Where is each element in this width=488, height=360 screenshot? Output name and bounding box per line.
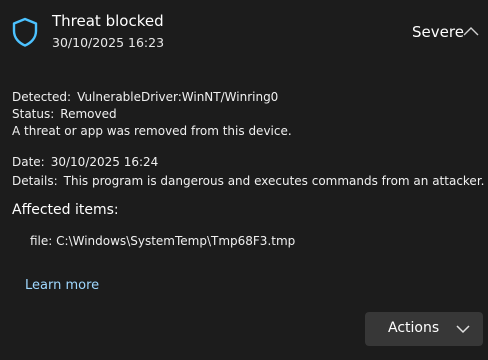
detected-label: Detected: [12, 90, 72, 104]
file-prefix: file: [30, 234, 53, 248]
status-label: Status: [12, 107, 55, 121]
actions-label: Actions [388, 320, 440, 336]
details-value: This program is dangerous and executes c… [63, 174, 485, 188]
detected-row: Detected: VulnerableDriver:WinNT/Winring0 [12, 90, 278, 104]
status-message: A threat or app was removed from this de… [12, 124, 292, 138]
threat-datetime: 30/10/2025 16:23 [52, 35, 165, 50]
threat-header[interactable]: Threat blocked 30/10/2025 16:23 Severe [0, 0, 488, 62]
details-row: Details: This program is dangerous and ex… [12, 174, 484, 188]
detected-value: VulnerableDriver:WinNT/Winring0 [77, 90, 279, 104]
details-label: Details: [12, 174, 58, 188]
date-row: Date: 30/10/2025 16:24 [12, 155, 158, 169]
severity-label: Severe [412, 23, 464, 41]
file-path: C:\Windows\SystemTemp\Tmp68F3.tmp [56, 234, 296, 248]
shield-icon [12, 17, 38, 47]
learn-more-link[interactable]: Learn more [25, 278, 99, 293]
date-label: Date: [12, 155, 45, 169]
status-row: Status: Removed [12, 107, 117, 121]
affected-file-item: file: C:\Windows\SystemTemp\Tmp68F3.tmp [30, 234, 295, 248]
status-value: Removed [60, 107, 117, 121]
date-value: 30/10/2025 16:24 [50, 155, 159, 169]
chevron-down-icon [456, 325, 470, 334]
actions-button[interactable]: Actions [365, 312, 483, 346]
affected-items-heading: Affected items: [12, 202, 119, 218]
chevron-up-icon[interactable] [462, 24, 480, 38]
threat-title: Threat blocked [52, 12, 164, 30]
